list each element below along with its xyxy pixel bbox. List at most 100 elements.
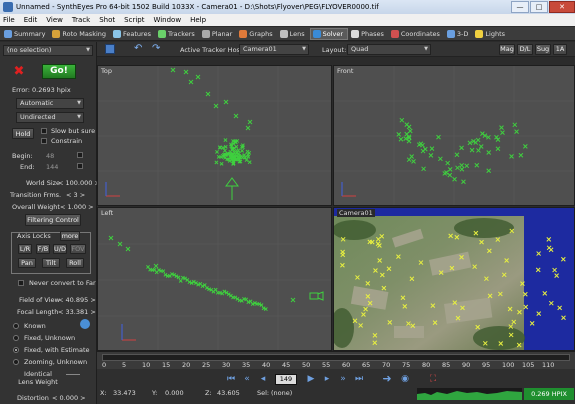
- lock-lr-button[interactable]: L/R: [18, 244, 32, 254]
- tracker-marker[interactable]: [452, 176, 457, 182]
- tracker-marker[interactable]: [290, 297, 296, 303]
- tracker-marker[interactable]: [438, 156, 443, 162]
- delete-icon[interactable]: ✖: [13, 65, 25, 78]
- room-tab-features[interactable]: Features: [111, 28, 155, 40]
- tracker-marker[interactable]: [421, 166, 426, 172]
- lens-known-radio[interactable]: [13, 323, 19, 329]
- tracker-marker[interactable]: [461, 179, 466, 185]
- room-tab-planar[interactable]: Planar: [200, 28, 236, 40]
- solve-mode-dropdown[interactable]: Automatic: [16, 98, 84, 109]
- next-key-icon[interactable]: »: [337, 373, 349, 385]
- tracker-marker[interactable]: [422, 146, 428, 152]
- go-to-end-icon[interactable]: ⏭: [353, 373, 365, 385]
- tracker-marker[interactable]: [406, 124, 412, 130]
- tracker-marker[interactable]: [459, 145, 464, 151]
- more-button[interactable]: more: [60, 231, 80, 241]
- active-tracker-host-dropdown[interactable]: Camera01: [239, 44, 309, 55]
- tracker-marker[interactable]: [247, 160, 252, 165]
- lens-link-icon[interactable]: [80, 319, 90, 329]
- 1a-button[interactable]: 1A: [553, 44, 567, 55]
- room-tab-coordinates[interactable]: Coordinates: [389, 28, 444, 40]
- left-viewport[interactable]: Left: [97, 207, 332, 351]
- prev-frame-icon[interactable]: ◂: [257, 373, 269, 385]
- front-viewport[interactable]: Front: [333, 65, 575, 206]
- tracker-marker[interactable]: [495, 146, 501, 152]
- tracker-marker[interactable]: [406, 138, 412, 144]
- tracker-marker[interactable]: [219, 161, 224, 166]
- tracker-marker[interactable]: [233, 113, 239, 119]
- top-viewport[interactable]: Top: [97, 65, 332, 206]
- world-size-spinner[interactable]: < 100.000 >: [58, 179, 100, 187]
- tracker-marker[interactable]: [153, 263, 159, 269]
- camera-viewport[interactable]: Camera01: [333, 207, 575, 351]
- transition-frames-spinner[interactable]: < 3 >: [66, 191, 85, 199]
- room-tab-summary[interactable]: Summary: [2, 28, 49, 40]
- lens-fixed-estimate-radio[interactable]: [13, 347, 19, 353]
- tilt-button[interactable]: Tilt: [42, 258, 60, 268]
- room-tab-graphs[interactable]: Graphs: [237, 28, 276, 40]
- tracker-marker[interactable]: [522, 143, 528, 149]
- menu-window[interactable]: Window: [153, 16, 181, 24]
- begin-checkbox[interactable]: [77, 152, 83, 158]
- tracker-marker[interactable]: [500, 130, 505, 135]
- tracker-marker[interactable]: [108, 235, 114, 241]
- menu-view[interactable]: View: [46, 16, 63, 24]
- distortion-spinner[interactable]: < 0.000 >: [52, 394, 86, 402]
- slow-but-sure-checkbox[interactable]: [41, 128, 47, 134]
- tracker-marker[interactable]: [399, 117, 405, 123]
- tracker-marker[interactable]: [214, 160, 219, 165]
- tracker-marker[interactable]: [518, 152, 524, 158]
- tracker-marker[interactable]: [411, 159, 416, 164]
- tracker-marker[interactable]: [447, 172, 453, 178]
- tracker-marker[interactable]: [396, 131, 402, 137]
- tracker-marker[interactable]: [454, 152, 460, 158]
- hold-button[interactable]: Hold: [12, 128, 34, 139]
- end-checkbox[interactable]: [77, 163, 83, 169]
- tracker-marker[interactable]: [478, 144, 484, 149]
- tracker-marker[interactable]: [245, 125, 251, 131]
- current-frame-input[interactable]: 149: [275, 374, 297, 385]
- overall-weight-spinner[interactable]: < 1.000 >: [60, 203, 94, 211]
- tracker-marker[interactable]: [213, 287, 218, 292]
- layout-dropdown[interactable]: Quad: [347, 44, 431, 55]
- lens-fixed-unknown-radio[interactable]: [13, 335, 19, 341]
- tracker-marker[interactable]: [445, 160, 451, 166]
- fov-spinner[interactable]: < 40.895 >: [58, 296, 96, 304]
- redo-icon[interactable]: ↷: [152, 43, 165, 55]
- timeline-track[interactable]: [102, 354, 570, 361]
- tracker-marker[interactable]: [125, 246, 131, 252]
- frame-view-icon[interactable]: ⛶: [427, 373, 439, 385]
- room-tab-trackers[interactable]: Trackers: [156, 28, 199, 40]
- menu-help[interactable]: Help: [190, 16, 206, 24]
- minimize-button[interactable]: —: [511, 0, 529, 13]
- tracker-marker[interactable]: [205, 91, 211, 97]
- tracker-marker[interactable]: [429, 146, 435, 151]
- save-icon[interactable]: [105, 44, 115, 54]
- pan-button[interactable]: Pan: [18, 258, 36, 268]
- room-tab-phases[interactable]: Phases: [349, 28, 388, 40]
- end-value[interactable]: 144: [46, 163, 58, 171]
- never-convert-checkbox[interactable]: [18, 280, 24, 286]
- tracker-marker[interactable]: [223, 138, 228, 142]
- tracker-marker[interactable]: [247, 119, 253, 125]
- tracker-marker[interactable]: [512, 122, 518, 128]
- tracker-marker[interactable]: [420, 142, 425, 148]
- tracker-marker[interactable]: [436, 134, 441, 140]
- menu-edit[interactable]: Edit: [24, 16, 38, 24]
- tracker-marker[interactable]: [161, 269, 166, 274]
- tracker-marker[interactable]: [476, 148, 481, 153]
- tracker-marker[interactable]: [216, 154, 221, 159]
- tracker-marker[interactable]: [455, 165, 460, 171]
- tracker-marker[interactable]: [474, 162, 480, 168]
- next-frame-icon[interactable]: ▸: [321, 373, 333, 385]
- tracker-marker[interactable]: [514, 129, 519, 134]
- tracker-marker[interactable]: [459, 166, 465, 172]
- menu-shot[interactable]: Shot: [99, 16, 115, 24]
- room-tab-solver[interactable]: Solver: [309, 27, 349, 40]
- tracker-marker[interactable]: [188, 79, 194, 85]
- identical-lens-weight-slider[interactable]: [66, 374, 80, 375]
- room-tab-3d[interactable]: 3-D: [445, 28, 473, 40]
- room-tab-roto-masking[interactable]: Roto Masking: [50, 28, 110, 40]
- room-tab-lens[interactable]: Lens: [278, 28, 309, 40]
- tracker-marker[interactable]: [195, 74, 201, 80]
